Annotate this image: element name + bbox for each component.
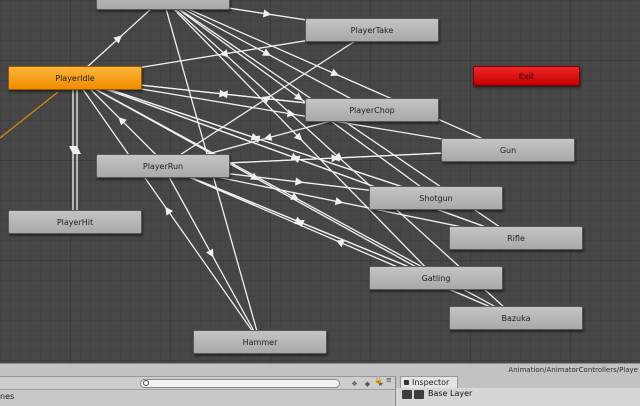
state-label: PlayerRun bbox=[142, 161, 184, 171]
layer-icon bbox=[402, 390, 412, 399]
state-node-exit[interactable]: Exit bbox=[473, 66, 580, 86]
state-node-shotgun[interactable]: Shotgun bbox=[369, 186, 503, 210]
layer-settings-icon[interactable] bbox=[414, 390, 424, 399]
lock-icon[interactable]: 🔒 bbox=[374, 376, 383, 384]
filter-type-icon[interactable]: ❖ bbox=[350, 379, 359, 388]
state-node-player-run[interactable]: PlayerRun bbox=[96, 154, 230, 178]
state-label: PlayerHit bbox=[56, 217, 94, 227]
state-node-rifle[interactable]: Rifle bbox=[449, 226, 583, 250]
state-label: PlayerIdle bbox=[55, 73, 95, 83]
search-icon bbox=[143, 380, 149, 386]
state-label: Shotgun bbox=[419, 193, 453, 203]
state-label: PlayerChop bbox=[349, 105, 395, 115]
state-label: Bazuka bbox=[501, 313, 531, 323]
state-node-hammer[interactable]: Hammer bbox=[193, 330, 327, 354]
state-node-player-chop[interactable]: PlayerChop bbox=[305, 98, 439, 122]
entry-transition bbox=[0, 91, 59, 139]
transition-run-hammer[interactable] bbox=[162, 165, 261, 343]
inspector-body: Base Layer bbox=[396, 388, 640, 406]
transition-shotgun-idle[interactable] bbox=[74, 77, 437, 199]
controller-path: Animation/AnimatorControllers/Playe bbox=[508, 366, 638, 374]
layer-name: Base Layer bbox=[428, 389, 473, 398]
state-label: PlayerTake bbox=[350, 25, 394, 35]
panel-menu-icon[interactable]: ≡ bbox=[386, 376, 392, 384]
tab-inspector[interactable]: Inspector bbox=[400, 376, 458, 388]
inspector-panel: Inspector Base Layer bbox=[395, 376, 640, 406]
state-label: Gun bbox=[499, 145, 517, 155]
state-node-gun[interactable]: Gun bbox=[441, 138, 575, 162]
panel-label: nes bbox=[0, 392, 15, 401]
state-node-bazuka[interactable]: Bazuka bbox=[449, 306, 583, 330]
state-label: Rifle bbox=[507, 233, 525, 243]
project-panel: ❖ ◆ ★ 🔒 ≡ nes bbox=[0, 376, 395, 406]
state-node-player-take[interactable]: PlayerTake bbox=[305, 18, 439, 42]
state-node-player-hit[interactable]: PlayerHit bbox=[8, 210, 142, 234]
breadcrumb: Animation/AnimatorControllers/Playe bbox=[0, 363, 640, 376]
state-label: Exit bbox=[518, 71, 535, 81]
state-node-player-idle[interactable]: PlayerIdle bbox=[8, 66, 142, 90]
search-input[interactable] bbox=[140, 379, 340, 388]
label-tag-icon[interactable]: ◆ bbox=[363, 379, 372, 388]
animator-graph[interactable]: PlayerTake PlayerIdle Exit PlayerChop Gu… bbox=[0, 0, 640, 363]
state-node-gatling[interactable]: Gatling bbox=[369, 266, 503, 290]
state-label: Hammer bbox=[242, 337, 278, 347]
tab-label: Inspector bbox=[412, 378, 450, 387]
inspector-icon bbox=[404, 380, 409, 385]
state-node-top[interactable] bbox=[96, 0, 230, 10]
panel-toolbar: ❖ ◆ ★ 🔒 ≡ bbox=[0, 376, 395, 390]
state-label: Gatling bbox=[421, 273, 451, 283]
